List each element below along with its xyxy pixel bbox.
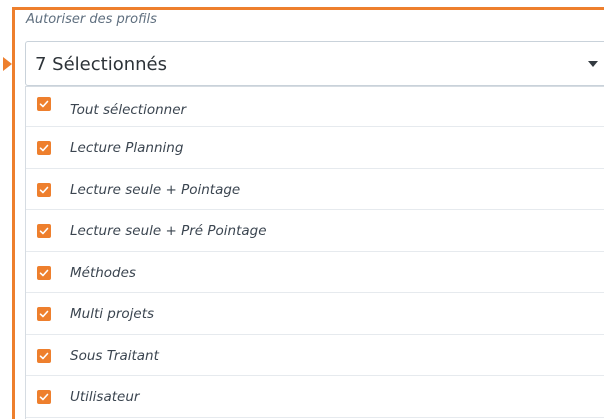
option-item[interactable]: Multi projets xyxy=(26,293,604,335)
checkbox-checked-icon[interactable] xyxy=(37,182,51,197)
option-item[interactable]: Méthodes xyxy=(26,252,604,293)
option-item[interactable]: Lecture seule + Pointage xyxy=(26,169,604,210)
checkbox-checked-icon[interactable] xyxy=(37,348,51,363)
options-list: Tout sélectionner Lecture Planning Lectu… xyxy=(25,86,604,419)
checkbox-checked-icon[interactable] xyxy=(37,224,51,238)
option-label: Méthodes xyxy=(70,264,136,281)
select-value: 7 Sélectionnés xyxy=(35,54,167,75)
option-label: Lecture seule + Pré Pointage xyxy=(70,223,267,239)
option-item[interactable]: Sous Traitant xyxy=(26,335,604,376)
caret-down-icon[interactable] xyxy=(588,61,598,67)
checkbox-checked-icon[interactable] xyxy=(37,390,51,404)
option-select-all[interactable]: Tout sélectionner xyxy=(26,87,604,127)
checkbox-checked-icon[interactable] xyxy=(37,265,51,280)
option-item[interactable]: Utilisateur xyxy=(26,376,604,418)
option-label: Lecture seule + Pointage xyxy=(70,181,241,198)
field-label: Autoriser des profils xyxy=(26,12,157,27)
profiles-select[interactable]: 7 Sélectionnés xyxy=(25,41,604,86)
option-item[interactable]: Lecture Planning xyxy=(26,127,604,169)
highlight-arrow-icon xyxy=(3,57,12,71)
checkbox-checked-icon[interactable] xyxy=(37,97,51,111)
option-item[interactable]: Lecture seule + Pré Pointage xyxy=(26,210,604,252)
option-label: Utilisateur xyxy=(70,389,140,405)
highlight-frame-top xyxy=(12,7,604,10)
option-label: Tout sélectionner xyxy=(70,102,187,118)
highlight-frame-left xyxy=(12,7,15,419)
checkbox-checked-icon[interactable] xyxy=(37,141,51,155)
checkbox-checked-icon[interactable] xyxy=(37,307,51,321)
option-label: Sous Traitant xyxy=(70,347,159,364)
option-label: Lecture Planning xyxy=(70,140,184,156)
option-label: Multi projets xyxy=(70,306,155,322)
profile-multiselect-screenshot: Autoriser des profils 7 Sélectionnés Tou… xyxy=(0,0,604,419)
